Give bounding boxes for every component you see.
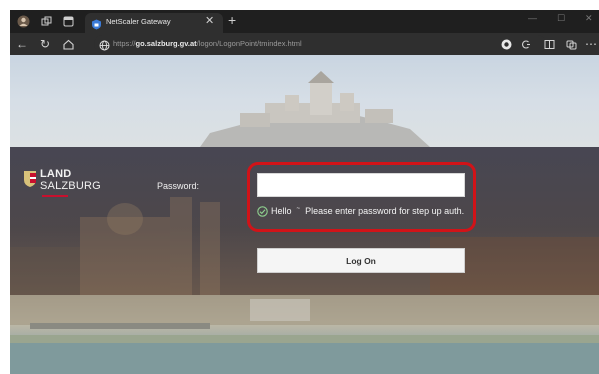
log-on-button[interactable]: Log On [257, 248, 465, 273]
reader-view-icon[interactable] [517, 36, 533, 52]
background-fortress-sky [10, 55, 599, 147]
collections-icon[interactable] [563, 36, 579, 52]
profile-avatar-icon[interactable] [16, 14, 31, 29]
password-label: Password: [157, 181, 200, 191]
background-city-river [10, 295, 599, 374]
refresh-icon[interactable]: ↻ [37, 36, 53, 52]
workspaces-icon[interactable] [39, 14, 54, 29]
minimize-icon[interactable]: — [528, 13, 537, 23]
logo-text-salzburg: SALZBURG [40, 180, 101, 192]
split-screen-icon[interactable] [541, 36, 557, 52]
logo-underline [42, 195, 68, 197]
logo-text-land: LAND [40, 168, 72, 180]
tab-title: NetScaler Gateway [106, 17, 171, 26]
address-bar[interactable]: https://go.salzburg.gv.at/logon/LogonPoi… [94, 35, 546, 53]
tab-strip: NetScaler Gateway ✕ + — ☐ ✕ [10, 10, 599, 33]
page-content: LAND SALZBURG Password: Hello ~ Please e… [10, 55, 599, 374]
salzburg-coat-of-arms-icon [23, 170, 37, 193]
tab-netscaler-gateway[interactable]: NetScaler Gateway ✕ [85, 13, 223, 33]
back-icon[interactable]: ← [14, 36, 30, 52]
browser-window: NetScaler Gateway ✕ + — ☐ ✕ ← ↻ https://… [10, 10, 599, 374]
maximize-icon[interactable]: ☐ [557, 13, 565, 24]
fortress-illustration [200, 71, 430, 147]
red-highlight-annotation [247, 162, 476, 232]
tab-close-icon[interactable]: ✕ [205, 14, 214, 27]
more-options-icon[interactable]: ⋯ [583, 36, 599, 52]
site-info-globe-icon[interactable] [99, 38, 110, 56]
extension-icon[interactable] [498, 36, 514, 52]
close-window-icon[interactable]: ✕ [585, 13, 593, 24]
city-river-illustration [10, 295, 599, 374]
url-text: https://go.salzburg.gv.at/logon/LogonPoi… [113, 39, 302, 48]
new-tab-icon[interactable]: + [228, 11, 236, 29]
browser-toolbar: ← ↻ https://go.salzburg.gv.at/logon/Logo… [10, 33, 599, 55]
home-icon[interactable] [60, 36, 76, 52]
tab-actions-icon[interactable] [61, 14, 76, 29]
land-salzburg-logo: LAND SALZBURG [23, 168, 133, 208]
